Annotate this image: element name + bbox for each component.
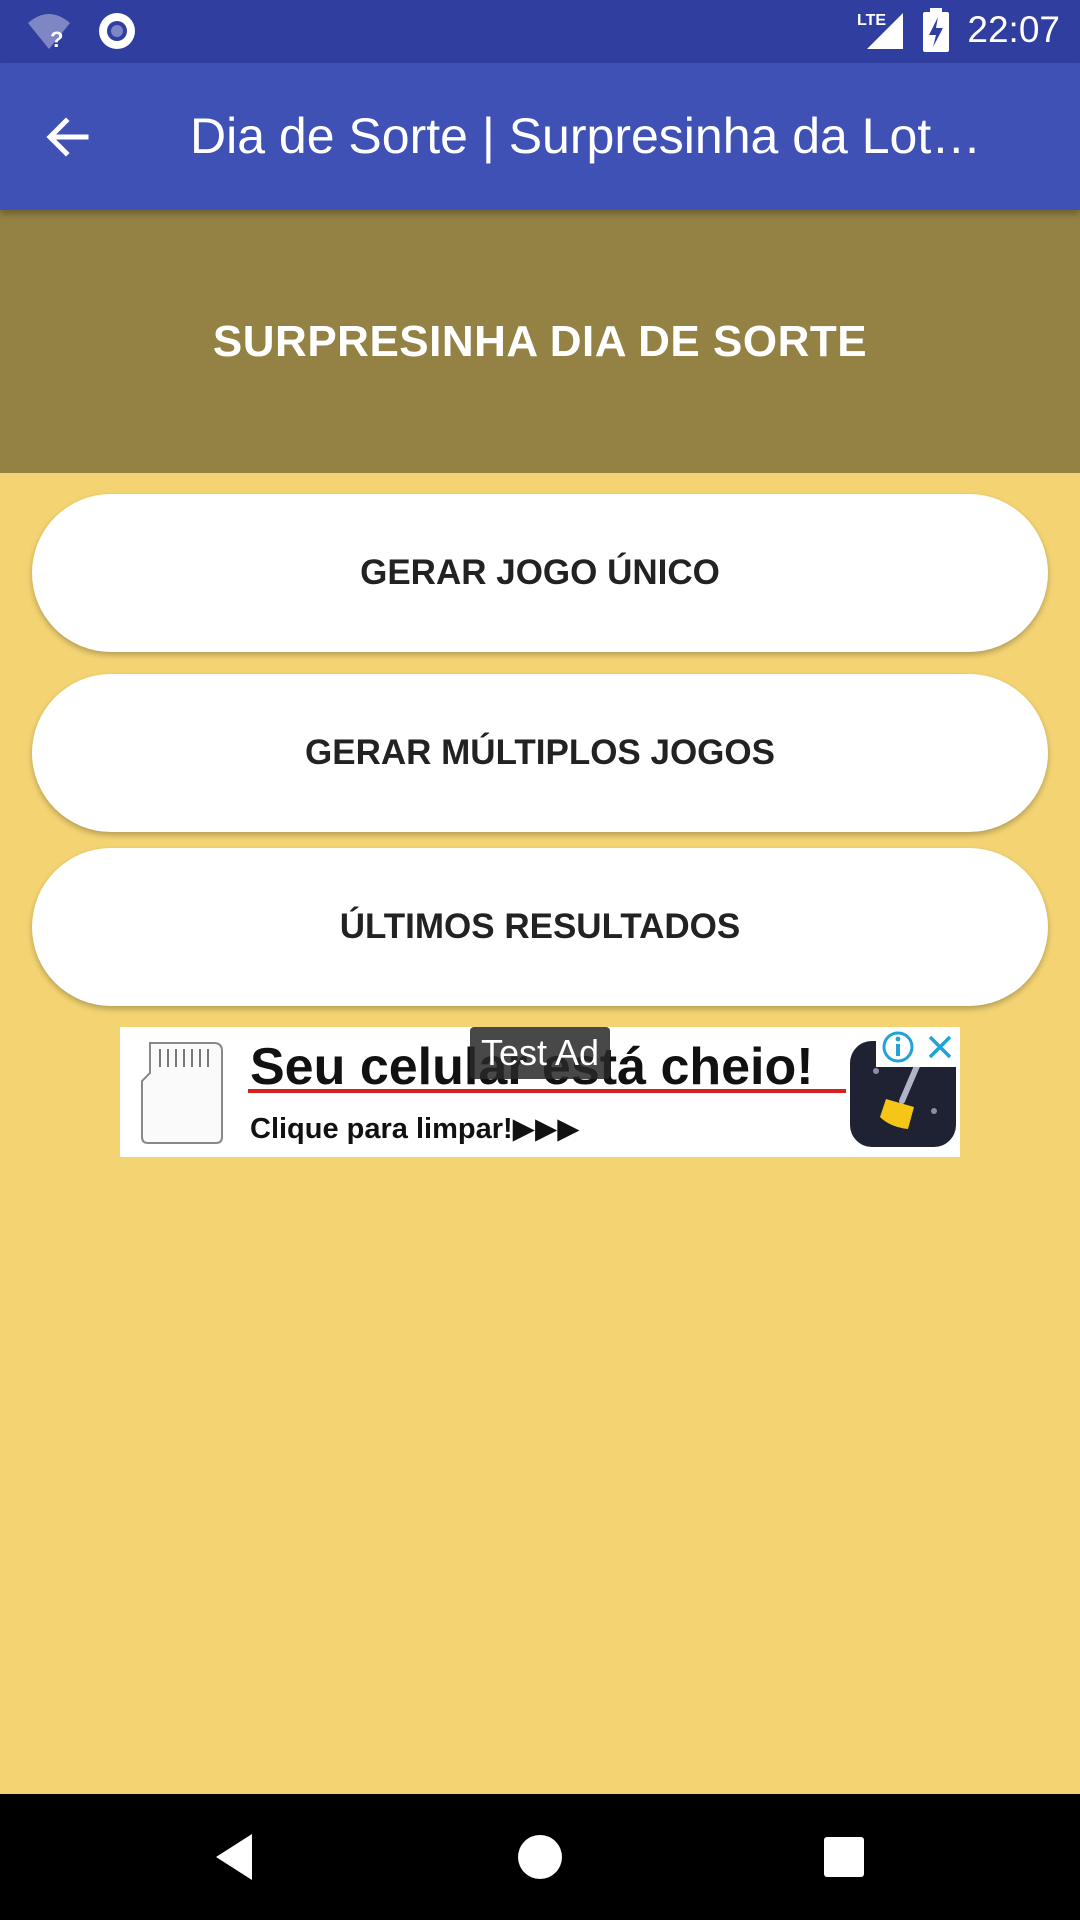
nav-recents-icon — [824, 1837, 864, 1877]
ad-subline: Clique para limpar!▶▶▶ — [250, 1113, 580, 1145]
app-bar: Dia de Sorte | Surpresinha da Lot… — [0, 63, 1080, 210]
wifi-unknown-icon: ? — [28, 14, 70, 51]
network-type-label: LTE — [857, 12, 886, 29]
test-ad-badge: Test Ad — [470, 1027, 610, 1079]
arrow-back-icon — [46, 117, 89, 157]
nav-back-icon — [216, 1834, 252, 1880]
generate-multiple-games-button[interactable]: GERAR MÚLTIPLOS JOGOS — [32, 674, 1048, 832]
app-title: Dia de Sorte | Surpresinha da Lot… — [190, 108, 982, 164]
nav-home-icon — [518, 1835, 562, 1879]
lte-signal-icon: LTE — [857, 12, 904, 49]
info-icon[interactable] — [881, 1030, 915, 1064]
status-right-icons: LTE 22:07 — [857, 8, 1060, 52]
sd-card-icon — [141, 1042, 223, 1144]
nav-back-button[interactable] — [202, 1824, 268, 1890]
header-band: SURPRESINHA DIA DE SORTE — [0, 210, 1080, 473]
battery-charging-icon — [923, 8, 950, 52]
navigation-bar — [0, 1794, 1080, 1920]
back-button[interactable] — [40, 109, 96, 165]
status-time: 22:07 — [967, 9, 1060, 50]
sync-circle-icon — [99, 13, 135, 49]
nav-recents-button[interactable] — [811, 1824, 877, 1890]
close-icon[interactable] — [925, 1032, 955, 1062]
svg-text:?: ? — [50, 27, 63, 51]
header-title: SURPRESINHA DIA DE SORTE — [212, 316, 868, 366]
status-bar: ? LTE 22:07 — [0, 0, 1080, 63]
ad-underline — [248, 1089, 846, 1093]
ad-choices[interactable] — [876, 1027, 960, 1067]
generate-single-game-button[interactable]: GERAR JOGO ÚNICO — [32, 494, 1048, 652]
status-left-icons: ? — [26, 10, 138, 52]
latest-results-button[interactable]: ÚLTIMOS RESULTADOS — [32, 848, 1048, 1006]
nav-home-button[interactable] — [507, 1824, 573, 1890]
